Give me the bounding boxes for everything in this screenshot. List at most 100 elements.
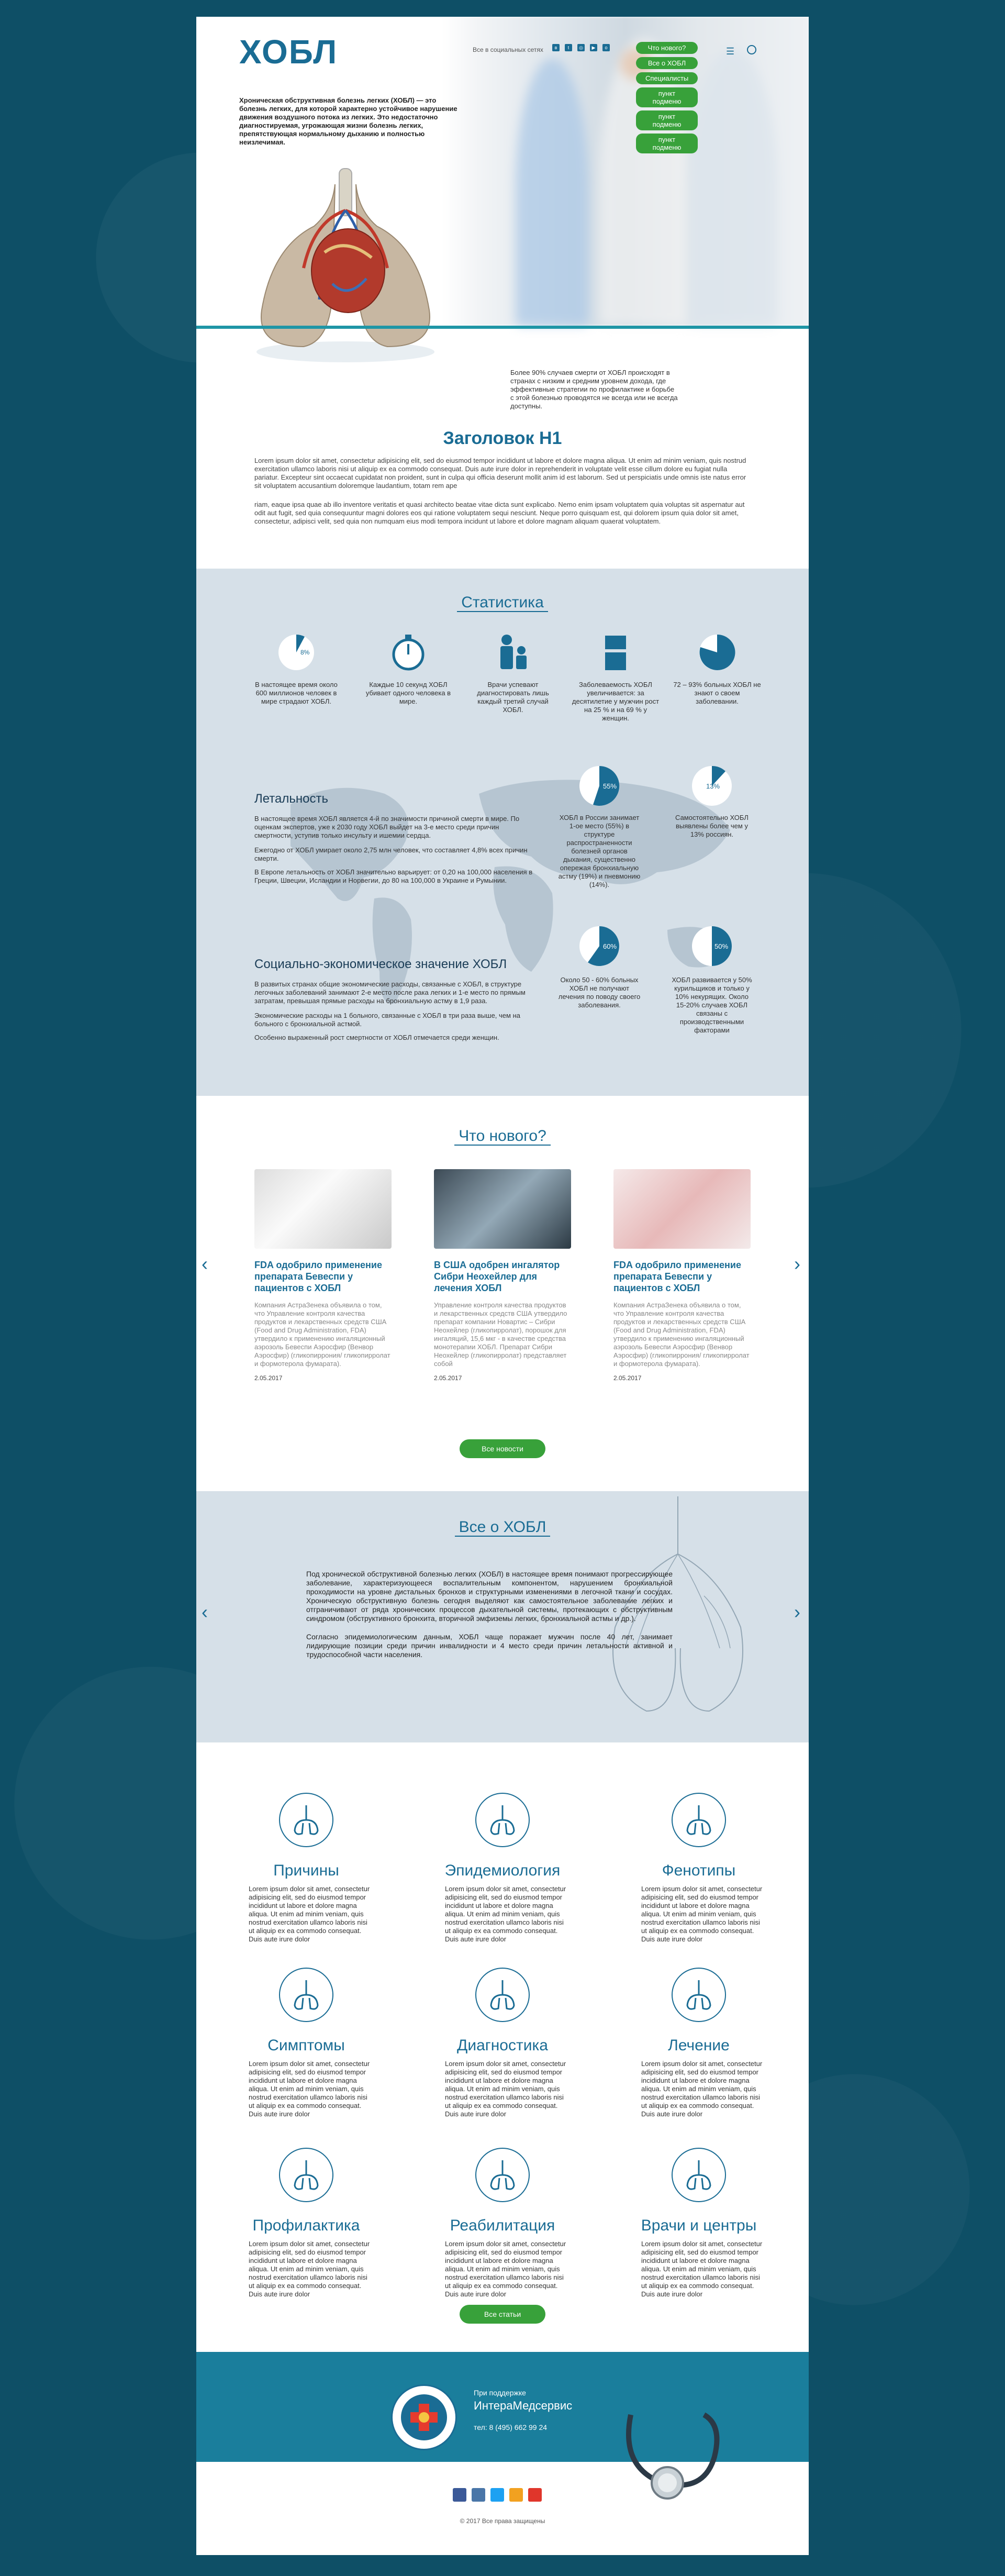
main-menu: Что нового? Все о ХОБЛ Специалисты пункт… [636, 42, 698, 153]
intro-text: Хроническая обструктивная болезнь легких… [239, 96, 457, 146]
vk-icon[interactable]: в [552, 44, 560, 51]
topic-card[interactable]: Реабилитация Lorem ipsum dolor sit amet,… [434, 2148, 571, 2299]
pie-caption: ХОБЛ в России занимает 1-ое место (55%) … [558, 814, 641, 889]
stat-text: Врачи успевают диагностировать лишь кажд… [477, 681, 549, 714]
news-card[interactable]: FDA одобрило применение препарата Бевесп… [613, 1169, 751, 1382]
vk-icon[interactable] [472, 2488, 485, 2502]
menu-item-news[interactable]: Что нового? [636, 42, 698, 54]
about-title: Все о ХОБЛ [196, 1518, 809, 1537]
topic-card[interactable]: Врачи и центры Lorem ipsum dolor sit ame… [631, 2148, 767, 2299]
pie-50: 50% [692, 926, 732, 966]
topic-title[interactable]: Лечение [631, 2037, 767, 2055]
stat-text: Каждые 10 секунд ХОБЛ убивает одного чел… [365, 681, 451, 705]
topic-card[interactable]: Фенотипы Lorem ipsum dolor sit amet, con… [631, 1793, 767, 1944]
topic-card[interactable]: Эпидемиология Lorem ipsum dolor sit amet… [434, 1793, 571, 1944]
news-date: 2.05.2017 [613, 1374, 642, 1382]
news-headline[interactable]: FDA одобрило применение препарата Бевесп… [254, 1259, 392, 1294]
all-articles-button[interactable]: Все статьи [460, 2305, 545, 2324]
topic-title[interactable]: Фенотипы [631, 1862, 767, 1880]
lungs-icon [279, 1968, 333, 2022]
lungs-icon [475, 2148, 530, 2202]
topic-title[interactable]: Врачи и центры [631, 2217, 767, 2235]
hero-section: ХОБЛ Хроническая обструктивная болезнь л… [196, 17, 809, 410]
submenu-item[interactable]: пункт подменю [636, 134, 698, 153]
topic-text: Lorem ipsum dolor sit amet, consectetur … [445, 1885, 566, 1943]
news-card[interactable]: В США одобрен ингалятор Сибри Неохейлер … [434, 1169, 571, 1382]
stat-text: 72 – 93% больных ХОБЛ не знают о своем з… [673, 681, 761, 705]
odnoklassniki-icon[interactable] [509, 2488, 523, 2502]
topic-title[interactable]: Причины [238, 1862, 374, 1880]
news-prev-arrow[interactable]: ‹ [202, 1253, 208, 1275]
topic-title[interactable]: Реабилитация [434, 2217, 571, 2235]
topic-card[interactable]: Лечение Lorem ipsum dolor sit amet, cons… [631, 1968, 767, 2118]
stopwatch-icon [392, 635, 425, 671]
twitter-icon[interactable]: t [565, 44, 572, 51]
intermedservice-logo[interactable] [391, 2384, 457, 2450]
stethoscope-image [626, 2412, 720, 2500]
youtube-icon[interactable]: ▶ [590, 44, 597, 51]
about-prev-arrow[interactable]: ‹ [202, 1601, 208, 1623]
pie-caption: Самостоятельно ХОБЛ выявлены более чем у… [675, 814, 749, 838]
site-logo[interactable]: ХОБЛ [239, 32, 338, 71]
topic-title[interactable]: Диагностика [434, 2037, 571, 2055]
topic-title[interactable]: Эпидемиология [434, 1862, 571, 1880]
topic-card[interactable]: Профилактика Lorem ipsum dolor sit amet,… [238, 2148, 374, 2299]
facebook-icon[interactable] [453, 2488, 466, 2502]
news-headline[interactable]: FDA одобрило применение препарата Бевесп… [613, 1259, 751, 1294]
copyright: © 2017 Все права защищены [460, 2517, 545, 2525]
topic-title[interactable]: Симптомы [238, 2037, 374, 2055]
growth-bars-icon [605, 636, 626, 670]
paragraph: riam, eaque ipsa quae ab illo inventore … [254, 501, 745, 525]
pie-72-93-icon [699, 634, 735, 670]
phone[interactable]: тел: 8 (495) 662 99 24 [474, 2423, 547, 2431]
news-next-arrow[interactable]: › [794, 1253, 800, 1275]
topic-card[interactable]: Причины Lorem ipsum dolor sit amet, cons… [238, 1793, 374, 1944]
menu-item-specialists[interactable]: Специалисты [636, 72, 698, 84]
social-label: Все в социальных сетях [473, 46, 543, 53]
news-card[interactable]: FDA одобрило применение препарата Бевесп… [254, 1169, 392, 1382]
footer-social-links [453, 2488, 542, 2502]
news-headline[interactable]: В США одобрен ингалятор Сибри Неохейлер … [434, 1259, 571, 1294]
stat-text: В настоящее время около 600 миллионов че… [255, 681, 338, 705]
news-body: Компания АстраЗенека объявила о том, что… [254, 1301, 390, 1368]
pie-13: 13% [692, 765, 732, 806]
news-body: Управление контроля качества продуктов и… [434, 1301, 567, 1368]
youtube-icon[interactable] [528, 2488, 542, 2502]
menu-item-about[interactable]: Все о ХОБЛ [636, 57, 698, 69]
page-title: Заголовок Н1 [443, 428, 562, 448]
burger-menu-icon[interactable]: ☰ [726, 46, 734, 57]
paragraph: Ежегодно от ХОБЛ умирает около 2,75 млн … [254, 846, 528, 862]
topic-text: Lorem ipsum dolor sit amet, consectetur … [445, 2240, 566, 2298]
pie-60: 60% [579, 926, 619, 966]
about-section: Все о ХОБЛ ‹ › Под хронической обструкти… [196, 1491, 809, 1742]
lungs-xray-photo [434, 1169, 571, 1249]
stat-item: Заболеваемость ХОБЛ увеличивается: за де… [571, 631, 660, 723]
lungs-icon [672, 1793, 726, 1847]
submenu-item[interactable]: пункт подменю [636, 110, 698, 130]
stat-text: Заболеваемость ХОБЛ увеличивается: за де… [572, 681, 660, 722]
doctors-photo [442, 17, 809, 326]
statistics-section: Статистика 8% В настоящее время около 60… [196, 569, 809, 1096]
search-icon[interactable] [747, 45, 756, 54]
topic-title[interactable]: Профилактика [238, 2217, 374, 2235]
topic-card[interactable]: Симптомы Lorem ipsum dolor sit amet, con… [238, 1968, 374, 2118]
twitter-icon[interactable] [490, 2488, 504, 2502]
topic-text: Lorem ipsum dolor sit amet, consectetur … [641, 2240, 763, 2298]
company-name: ИнтераМедсервис [474, 2399, 573, 2412]
stat-item: 8% В настоящее время около 600 миллионов… [252, 631, 341, 706]
odnoklassniki-icon[interactable]: о [602, 44, 610, 51]
xray-image [254, 1169, 392, 1249]
all-news-button[interactable]: Все новости [460, 1439, 545, 1458]
news-body: Компания АстраЗенека объявила о том, что… [613, 1301, 750, 1368]
paragraph: Экономические расходы на 1 больного, свя… [254, 1012, 520, 1028]
paragraph: Lorem ipsum dolor sit amet, consectetur … [254, 457, 746, 490]
about-next-arrow[interactable]: › [794, 1601, 800, 1623]
topic-card[interactable]: Диагностика Lorem ipsum dolor sit amet, … [434, 1968, 571, 2118]
stat-item: 72 – 93% больных ХОБЛ не знают о своем з… [673, 631, 762, 706]
submenu-item[interactable]: пункт подменю [636, 87, 698, 107]
paragraph: В Европе летальность от ХОБЛ значительно… [254, 868, 533, 884]
topic-text: Lorem ipsum dolor sit amet, consectetur … [641, 1885, 763, 1943]
page: ХОБЛ Хроническая обструктивная болезнь л… [196, 17, 809, 2555]
about-text: Под хронической обструктивной болезнью л… [306, 1570, 673, 1659]
instagram-icon[interactable]: ◎ [577, 44, 585, 51]
